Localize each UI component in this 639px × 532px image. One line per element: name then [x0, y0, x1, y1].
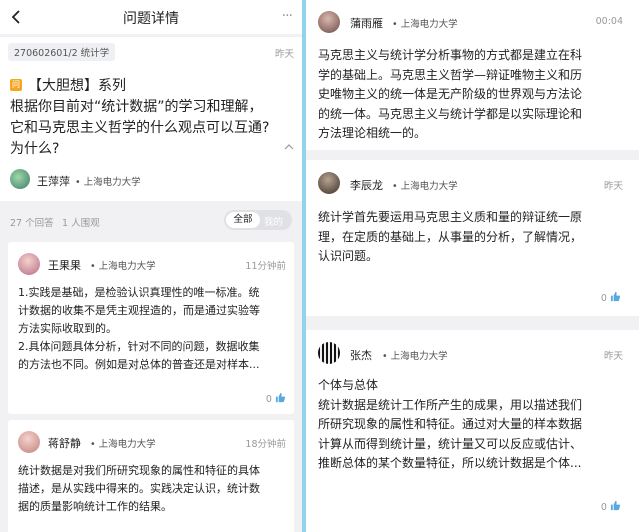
- question-text-line: 它和马克思主义哲学的什么观点可以互通?: [10, 120, 270, 136]
- avatar[interactable]: [18, 431, 40, 453]
- answer-card[interactable]: 蒋舒静 • 上海电力大学 18分钟前 统计数据是对我们所研究现象的属性和特征的具…: [8, 420, 294, 532]
- answer-text-line: 据的质量影响统计工作的结果。: [18, 500, 172, 513]
- like-button[interactable]: 0: [601, 291, 621, 304]
- thumbs-up-icon: [610, 500, 621, 511]
- answer-author-school: • 上海电力大学: [90, 439, 156, 450]
- answer-text-line: 推断总体的某个数量特征，所以统计数据是个体...: [318, 456, 582, 470]
- answer-author-name[interactable]: 张杰: [350, 347, 372, 363]
- answer-text-line: 方法实际收取到的。: [18, 322, 117, 335]
- answer-text-line: 统计数据是对我们所研究现象的属性和特征的具体: [18, 464, 260, 477]
- filter-mine-tab[interactable]: 我的: [264, 214, 283, 228]
- like-count: 0: [600, 293, 607, 304]
- answer-card[interactable]: 王果果 • 上海电力大学 11分钟前 1.实践是基础，是检验认识真理性的唯一标准…: [8, 242, 294, 414]
- avatar[interactable]: [318, 172, 340, 194]
- question-badge-icon: 问: [10, 79, 22, 91]
- answer-card[interactable]: 李辰龙 • 上海电力大学 昨天 统计学首先要运用马克思主义质和量的辩证统一原 理…: [306, 160, 639, 316]
- answer-text-line: 方法理论相统一的。: [318, 126, 427, 140]
- chevron-up-icon[interactable]: [284, 143, 294, 150]
- answer-author-school: • 上海电力大学: [382, 351, 448, 362]
- answer-author-school: • 上海电力大学: [392, 19, 458, 30]
- filter-all-tab[interactable]: 全部: [226, 212, 260, 228]
- like-count: 0: [265, 394, 272, 405]
- answer-text-line: 的统一体。马克思主义与统计学都是以实际理论和: [318, 106, 583, 121]
- answer-author-name[interactable]: 王果果: [48, 257, 81, 273]
- answer-time: 昨天: [603, 181, 623, 192]
- view-count: 1 人围观: [62, 218, 100, 229]
- question-author-school: • 上海电力大学: [75, 177, 141, 188]
- answer-text-line: 所研究现象的属性和特征。通过对大量的样本数据: [318, 417, 583, 431]
- like-button[interactable]: 0: [266, 392, 286, 405]
- avatar[interactable]: [318, 342, 340, 364]
- answer-text-line: 的方法也不同。例如是对总体的普查还是对样本...: [18, 358, 260, 371]
- like-button[interactable]: 0: [601, 500, 621, 513]
- avatar[interactable]: [10, 169, 30, 189]
- course-tag[interactable]: 270602601/2 统计学: [8, 43, 116, 61]
- answer-text-line: 学的基础上。马克思主义哲学—辩证唯物主义和历: [318, 67, 583, 82]
- filter-toggle: 全部 我的: [224, 210, 292, 230]
- like-count: 0: [600, 502, 607, 513]
- answer-author-school: • 上海电力大学: [90, 261, 156, 272]
- page-title: 问题详情: [123, 11, 179, 27]
- answer-time: 昨天: [603, 351, 623, 362]
- answers-panel: 蒲雨雁 • 上海电力大学 00:04 马克思主义与统计学分析事物的方式都是建立在…: [306, 0, 639, 532]
- thumbs-up-icon: [275, 392, 286, 403]
- answer-count: 27 个回答: [10, 218, 54, 229]
- answer-text-line: 认识问题。: [318, 249, 379, 263]
- question-author-name[interactable]: 王萍萍: [37, 173, 70, 189]
- answer-text-line: 统计数据是统计工作所产生的成果，用以描述我们: [318, 397, 583, 412]
- answer-text-line: 马克思主义与统计学分析事物的方式都是建立在科: [318, 48, 583, 62]
- answer-text-line: 计算从而得到统计量，统计量又可以反应或估计、: [318, 436, 583, 451]
- answer-text-line: 理，在定质的基础上，从事量的分析，了解情况，: [318, 229, 583, 244]
- question-series: 【大胆想】系列: [28, 78, 126, 94]
- avatar[interactable]: [318, 11, 340, 33]
- answer-author-name[interactable]: 蒋舒静: [48, 435, 81, 451]
- question-card: 270602601/2 统计学 昨天 问 【大胆想】系列 根据你目前对“统计数据…: [0, 37, 302, 201]
- answer-text-line: 个体与总体: [318, 378, 379, 392]
- answer-text-line: 史唯物主义的统一体是无产阶级的世界观与方法论: [318, 87, 583, 101]
- avatar[interactable]: [18, 253, 40, 275]
- question-time: 昨天: [274, 49, 294, 60]
- answer-card[interactable]: 蒲雨雁 • 上海电力大学 00:04 马克思主义与统计学分析事物的方式都是建立在…: [306, 0, 639, 150]
- more-options-icon[interactable]: ···: [282, 8, 293, 24]
- answer-author-name[interactable]: 蒲雨雁: [350, 15, 383, 31]
- answer-author-school: • 上海电力大学: [392, 181, 458, 192]
- answer-time: 11分钟前: [245, 261, 286, 272]
- answer-time: 00:04: [595, 16, 623, 27]
- question-detail-panel: 问题详情 ··· 270602601/2 统计学 昨天 问 【大胆想】系列 根据…: [0, 0, 302, 532]
- answer-text-line: 描述，是从实践中得来的。实践决定认识，统计数: [18, 482, 260, 495]
- answer-text-line: 计数据的收集不是凭主观捏造的，而是通过实验等: [18, 304, 260, 317]
- answer-text-line: 1.实践是基础，是检验认识真理性的唯一标准。统: [18, 286, 260, 299]
- question-text-line: 为什么?: [10, 141, 60, 157]
- answer-text-line: 统计学首先要运用马克思主义质和量的辩证统一原: [318, 210, 583, 224]
- answer-author-name[interactable]: 李辰龙: [350, 177, 383, 193]
- answer-card[interactable]: 张杰 • 上海电力大学 昨天 个体与总体 统计数据是统计工作所产生的成果，用以描…: [306, 330, 639, 532]
- question-text-line: 根据你目前对“统计数据”的学习和理解，: [10, 99, 263, 115]
- thumbs-up-icon: [610, 291, 621, 302]
- top-bar: 问题详情 ···: [0, 0, 302, 34]
- answer-time: 18分钟前: [245, 439, 286, 450]
- answer-text-line: 2.具体问题具体分析，针对不同的问题，数据收集: [18, 340, 260, 353]
